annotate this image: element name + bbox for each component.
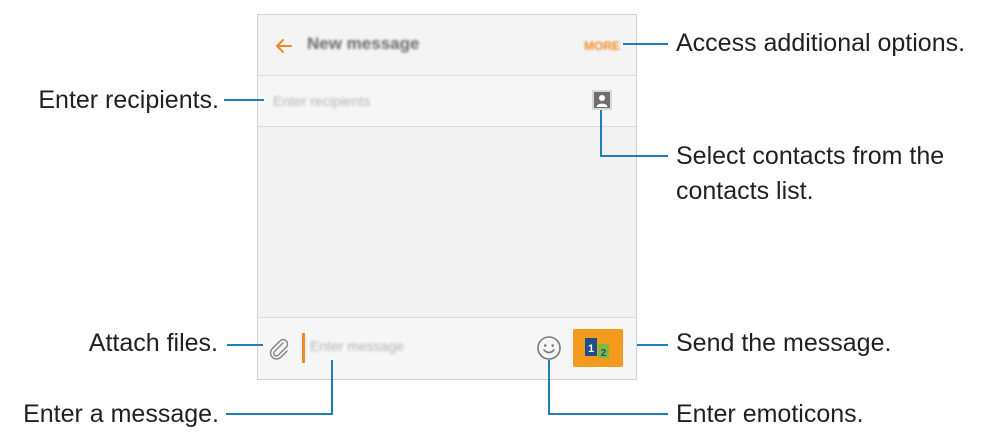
sim-1-label: 1 [588,343,594,355]
callout-send: Send the message. [676,329,892,357]
message-compose-screen: New message MORE 1 2 [257,14,637,380]
callout-contacts-line1: Select contacts from the [676,142,945,170]
message-input[interactable] [310,338,510,354]
send-button[interactable]: 1 2 [573,329,623,367]
callout-more: Access additional options. [676,29,966,57]
send-sim-icon: 1 2 [585,338,609,359]
text-cursor [302,333,305,363]
callout-emoticons: Enter emoticons. [676,400,864,428]
conversation-area [258,127,636,317]
arrow-left-icon[interactable] [274,36,294,56]
callout-contacts-line2: contacts list. [676,177,814,205]
recipients-input[interactable] [273,93,513,109]
paperclip-icon[interactable] [268,337,290,361]
recipients-row [258,76,636,127]
sim-2-label: 2 [601,348,607,359]
callout-message: Enter a message. [23,400,219,428]
callout-attach: Attach files. [88,329,218,357]
smiley-icon[interactable] [536,335,562,361]
composer-bar: 1 2 [258,317,636,379]
contact-card-icon[interactable] [592,90,612,110]
more-button[interactable]: MORE [584,39,620,53]
page-title: New message [307,34,420,53]
callout-recipients: Enter recipients. [38,86,219,114]
app-bar: New message MORE [258,15,636,76]
